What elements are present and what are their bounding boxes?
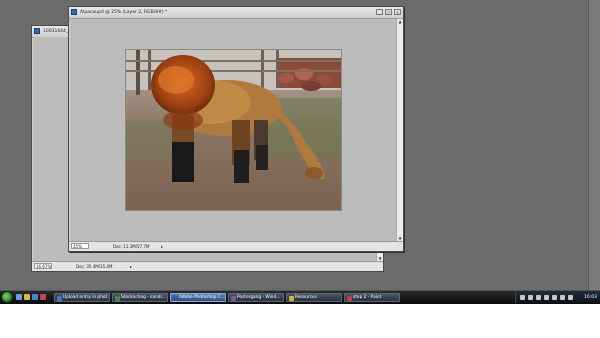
taskbar-item[interactable]: Adobe Photoshop C...: [170, 293, 226, 302]
taskbar-item-label: Postergang - Wind...: [237, 295, 281, 300]
front-vertical-scrollbar[interactable]: ▲ ▼: [396, 19, 403, 242]
back-doc-info: Doc: 35.4M/35.4M: [76, 264, 113, 269]
tray-update-icon[interactable]: [568, 295, 573, 300]
taskbar-item-icon: [115, 295, 120, 301]
taskbar-item[interactable]: Postergang - Wind...: [228, 293, 284, 302]
taskbar-item[interactable]: Stockxchng - sandr...: [112, 293, 168, 302]
close-icon[interactable]: x: [394, 9, 401, 15]
front-doc-info: Doc: 11.3M/57.7M: [113, 244, 150, 249]
taskbar-item-icon: [231, 295, 236, 301]
taskbar-item-label: Stockxchng - sandr...: [121, 295, 166, 300]
document-icon: [71, 9, 77, 15]
tray-app-icon[interactable]: [536, 295, 541, 300]
taskbar-item-label: step 2 - Paint: [353, 295, 382, 300]
front-window-titlebar[interactable]: Alpacaupd @ 25% (Layer 2, RGB/8#) * _ □ …: [69, 7, 403, 19]
front-status-bar: 25% Doc: 11.3M/57.7M ▸: [69, 241, 403, 251]
right-panel-strip: [588, 0, 600, 290]
taskbar-item-label: Upload entry in phot...: [63, 295, 110, 300]
quicklaunch-browser-icon[interactable]: [32, 294, 38, 300]
taskbar-item-icon: [347, 295, 352, 301]
tray-security-icon[interactable]: [544, 295, 549, 300]
alpaca-image: [126, 50, 341, 210]
maximize-icon[interactable]: □: [385, 9, 392, 15]
taskbar-item-icon: [173, 295, 178, 301]
tray-language-icon[interactable]: [552, 295, 557, 300]
taskbar-item[interactable]: Upload entry in phot...: [54, 293, 110, 302]
document-icon: [34, 28, 40, 34]
taskbar-item[interactable]: Resources: [286, 293, 342, 302]
minimize-icon[interactable]: _: [376, 9, 383, 15]
quicklaunch-desktop-icon[interactable]: [16, 294, 22, 300]
taskbar-item-icon: [289, 295, 294, 301]
system-tray: 16:03: [515, 292, 600, 303]
front-window-title: Alpacaupd @ 25% (Layer 2, RGB/8#) *: [80, 10, 168, 15]
taskbar-item-label: Resources: [295, 295, 317, 300]
back-status-bar: 16.67% Doc: 35.4M/35.4M ▸: [32, 261, 383, 271]
taskbar-item-icon: [57, 295, 62, 301]
status-menu-arrow-icon[interactable]: ▸: [130, 262, 132, 271]
tray-messenger-icon[interactable]: [560, 295, 565, 300]
quicklaunch-folder-icon[interactable]: [24, 294, 30, 300]
taskbar-clock[interactable]: 16:03: [584, 292, 597, 303]
status-menu-arrow-icon[interactable]: ▸: [161, 242, 163, 251]
windows-start-icon[interactable]: [1, 291, 13, 303]
quicklaunch-app-icon[interactable]: [40, 294, 46, 300]
front-zoom-field[interactable]: 25%: [71, 243, 89, 249]
windows-taskbar: Upload entry in phot... Stockxchng - sand…: [0, 290, 600, 304]
taskbar-item[interactable]: step 2 - Paint: [344, 293, 400, 302]
alpaca-photo: [126, 50, 341, 210]
back-zoom-field[interactable]: 16.67%: [34, 263, 52, 269]
scroll-up-arrow-icon[interactable]: ▲: [397, 19, 403, 25]
tray-network-icon[interactable]: [520, 295, 525, 300]
tray-volume-icon[interactable]: [528, 295, 533, 300]
taskbar-item-label: Adobe Photoshop C...: [179, 295, 225, 300]
